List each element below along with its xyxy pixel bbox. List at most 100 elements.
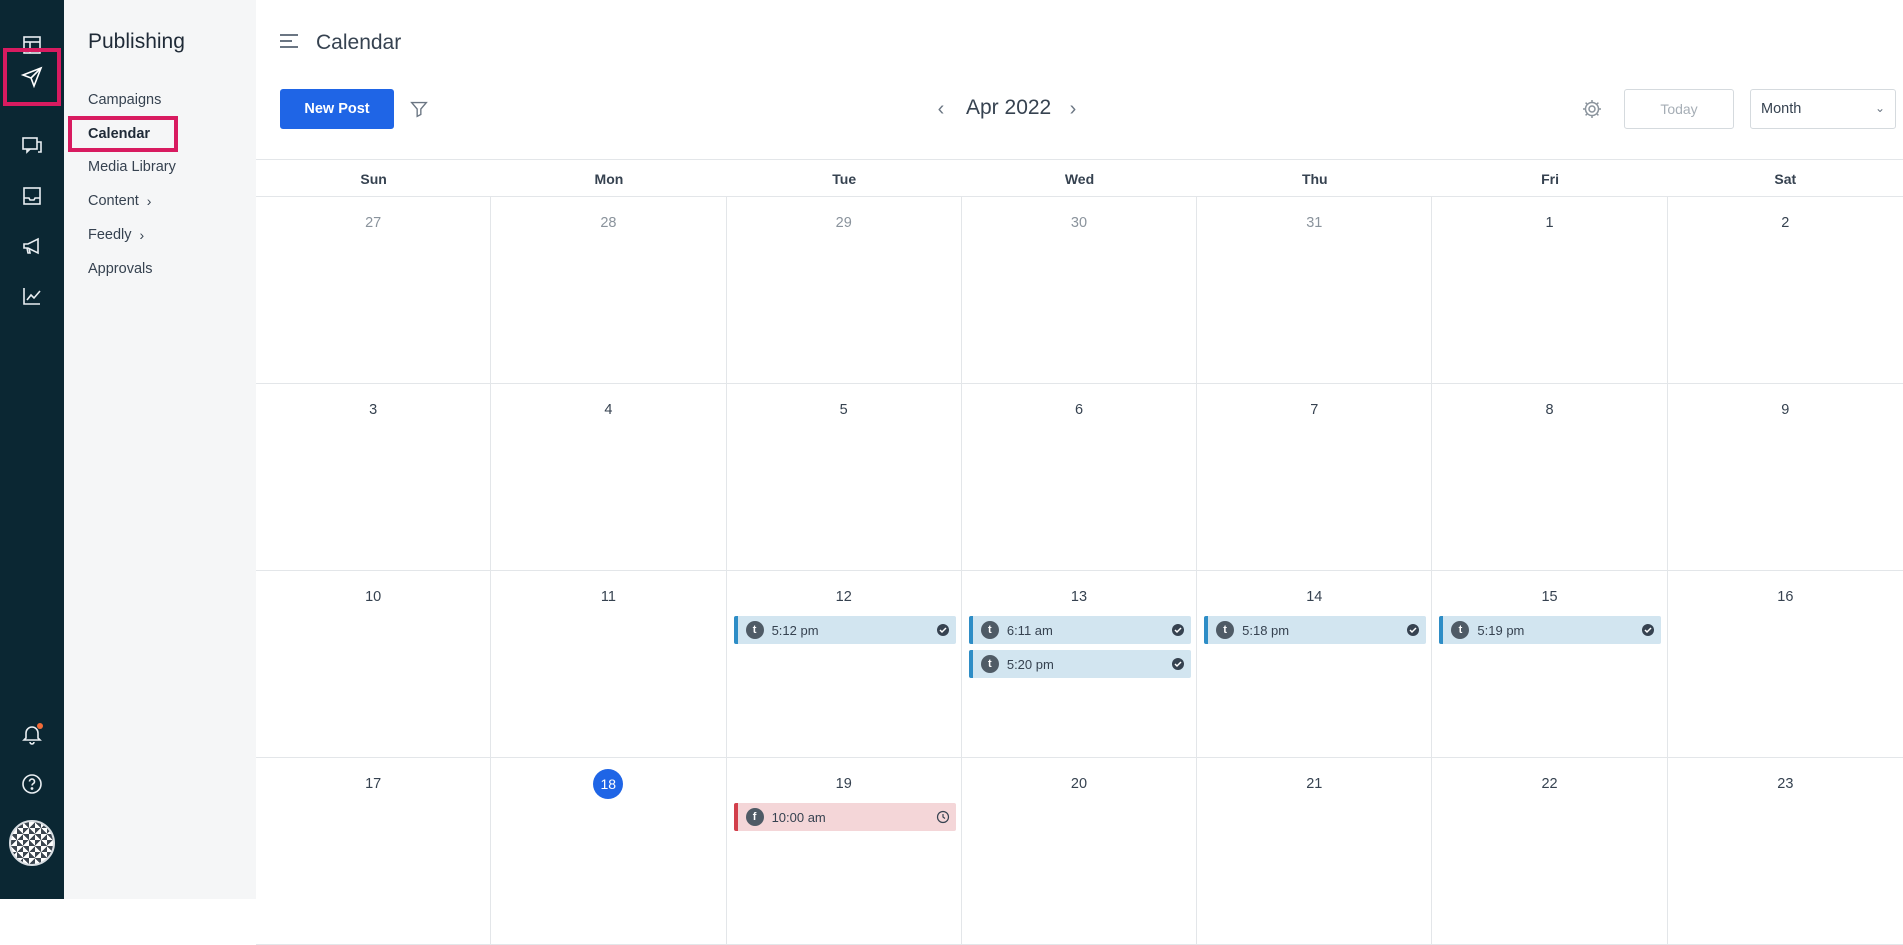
scheduled-post-event[interactable]: t 5:20 pm bbox=[968, 650, 1191, 678]
weekday-header: Thu bbox=[1301, 171, 1328, 187]
month-label: Apr 2022 bbox=[966, 96, 1052, 119]
twitter-icon: t bbox=[1216, 621, 1235, 639]
next-month-chevron-icon[interactable]: › bbox=[1062, 98, 1084, 120]
calendar-day-cell[interactable]: 27 bbox=[256, 197, 492, 383]
calendar-day-cell[interactable]: 11 bbox=[491, 571, 727, 757]
calendar-week-row: 3 4 5 6 7 8 9 bbox=[256, 384, 1903, 571]
subnav-item-approvals[interactable]: Approvals bbox=[88, 261, 152, 277]
view-select[interactable]: Month ⌄ bbox=[1750, 89, 1896, 129]
weekday-header: Sat bbox=[1774, 171, 1797, 187]
subnav-item-campaigns[interactable]: Campaigns bbox=[88, 92, 161, 108]
notification-dot bbox=[37, 723, 43, 729]
inbox-icon[interactable] bbox=[12, 176, 52, 216]
day-number: 6 bbox=[1074, 402, 1084, 418]
day-number: 5 bbox=[839, 402, 848, 418]
previous-month-chevron-icon[interactable]: ‹ bbox=[930, 98, 952, 120]
day-number: 3 bbox=[369, 402, 378, 418]
main-content: Calendar New Post ‹ Apr 2022 › Today Mon… bbox=[256, 0, 1903, 945]
analytics-icon[interactable] bbox=[12, 276, 52, 316]
event-time: 10:00 am bbox=[771, 809, 826, 825]
calendar-day-cell[interactable]: 12 t 5:12 pm bbox=[727, 571, 962, 757]
megaphone-icon[interactable] bbox=[12, 226, 52, 266]
day-number: 4 bbox=[604, 402, 613, 418]
calendar-day-cell[interactable]: 16 bbox=[1668, 571, 1903, 757]
hamburger-menu-icon[interactable] bbox=[280, 34, 298, 50]
weekday-header: Tue bbox=[832, 171, 857, 187]
day-number: 10 bbox=[365, 589, 382, 605]
day-number: 22 bbox=[1541, 776, 1558, 792]
notifications-bell-icon[interactable] bbox=[12, 714, 52, 754]
weekday-header: Wed bbox=[1064, 171, 1095, 187]
scheduled-post-event[interactable]: t 5:12 pm bbox=[733, 616, 956, 644]
today-day-marker: 18 bbox=[593, 769, 624, 799]
calendar-day-cell[interactable]: 3 bbox=[256, 384, 492, 570]
chevron-right-icon: › bbox=[146, 193, 152, 209]
day-number: 23 bbox=[1777, 776, 1794, 792]
day-number: 15 bbox=[1541, 589, 1558, 605]
avatar[interactable] bbox=[9, 820, 55, 866]
today-button[interactable]: Today bbox=[1624, 89, 1734, 129]
published-check-icon bbox=[1171, 658, 1184, 670]
calendar-day-cell[interactable]: 29 bbox=[727, 197, 962, 383]
published-check-icon bbox=[936, 624, 949, 636]
calendar-day-cell[interactable]: 5 bbox=[727, 384, 962, 570]
calendar-day-cell[interactable]: 2 bbox=[1668, 197, 1903, 383]
day-number: 29 bbox=[835, 215, 852, 231]
publishing-send-icon[interactable] bbox=[3, 48, 61, 106]
subnav-item-label: Content bbox=[88, 193, 139, 209]
day-number: 16 bbox=[1777, 589, 1794, 605]
calendar-day-cell[interactable]: 13 t 6:11 am t 5:20 pm bbox=[962, 571, 1198, 757]
subnav-item-label: Calendar bbox=[88, 126, 151, 142]
calendar-day-cell[interactable]: 7 bbox=[1197, 384, 1433, 570]
calendar-day-cell[interactable]: 10 bbox=[256, 571, 492, 757]
calendar-day-cell[interactable]: 4 bbox=[491, 384, 727, 570]
calendar-day-cell[interactable]: 22 bbox=[1432, 758, 1668, 944]
subnav-item-label: Campaigns bbox=[88, 92, 162, 108]
day-number: 19 bbox=[835, 776, 852, 792]
subnav-item-calendar[interactable]: Calendar bbox=[88, 126, 150, 142]
subnav-item-content[interactable]: Content › bbox=[88, 193, 151, 209]
twitter-icon: t bbox=[980, 621, 999, 639]
calendar-day-cell[interactable]: 30 bbox=[962, 197, 1198, 383]
help-icon[interactable] bbox=[12, 764, 52, 804]
calendar-day-cell[interactable]: 15 t 5:19 pm bbox=[1432, 571, 1668, 757]
calendar-day-cell[interactable]: 8 bbox=[1432, 384, 1668, 570]
day-number: 12 bbox=[835, 589, 852, 605]
calendar-day-cell[interactable]: 21 bbox=[1197, 758, 1433, 944]
calendar-day-cell[interactable]: 6 bbox=[962, 384, 1198, 570]
scheduled-post-event[interactable]: t 6:11 am bbox=[968, 616, 1191, 644]
day-number: 8 bbox=[1545, 402, 1554, 418]
calendar-day-cell[interactable]: 14 t 5:18 pm bbox=[1197, 571, 1433, 757]
calendar-day-cell[interactable]: 20 bbox=[962, 758, 1198, 944]
event-time: 5:18 pm bbox=[1242, 622, 1290, 638]
day-number: 11 bbox=[600, 589, 616, 605]
calendar-day-cell[interactable]: 1 bbox=[1432, 197, 1668, 383]
published-check-icon bbox=[1171, 624, 1184, 636]
messages-icon[interactable] bbox=[12, 126, 52, 166]
gear-icon[interactable] bbox=[1580, 97, 1604, 121]
filter-icon[interactable] bbox=[408, 98, 430, 120]
scheduled-post-event[interactable]: t 5:18 pm bbox=[1204, 616, 1427, 644]
day-number: 28 bbox=[600, 215, 617, 231]
chevron-right-icon: › bbox=[139, 227, 145, 243]
calendar-day-cell[interactable]: 9 bbox=[1668, 384, 1903, 570]
subnav-item-media-library[interactable]: Media Library bbox=[88, 159, 176, 175]
subnav-item-label: Feedly bbox=[88, 227, 132, 243]
day-number: 30 bbox=[1070, 215, 1088, 231]
subnav-item-feedly[interactable]: Feedly › bbox=[88, 227, 144, 243]
subnav-item-label: Media Library bbox=[88, 159, 176, 175]
calendar-day-cell[interactable]: 19 f 10:00 am bbox=[727, 758, 962, 944]
day-number: 9 bbox=[1781, 402, 1790, 418]
calendar-day-cell[interactable]: 31 bbox=[1197, 197, 1433, 383]
day-number: 2 bbox=[1781, 215, 1790, 231]
scheduled-post-event[interactable]: t 5:19 pm bbox=[1439, 616, 1662, 644]
calendar-day-cell[interactable]: 18 bbox=[491, 758, 727, 944]
view-select-value: Month bbox=[1761, 101, 1802, 117]
scheduled-clock-icon bbox=[936, 810, 949, 824]
calendar-day-cell[interactable]: 23 bbox=[1668, 758, 1903, 944]
new-post-button[interactable]: New Post bbox=[280, 89, 394, 129]
calendar-day-cell[interactable]: 28 bbox=[491, 197, 727, 383]
calendar-grid: Sun Mon Tue Wed Thu Fri Sat 27 28 29 30 … bbox=[256, 159, 1903, 945]
scheduled-post-event[interactable]: f 10:00 am bbox=[733, 803, 956, 831]
calendar-day-cell[interactable]: 17 bbox=[256, 758, 492, 944]
